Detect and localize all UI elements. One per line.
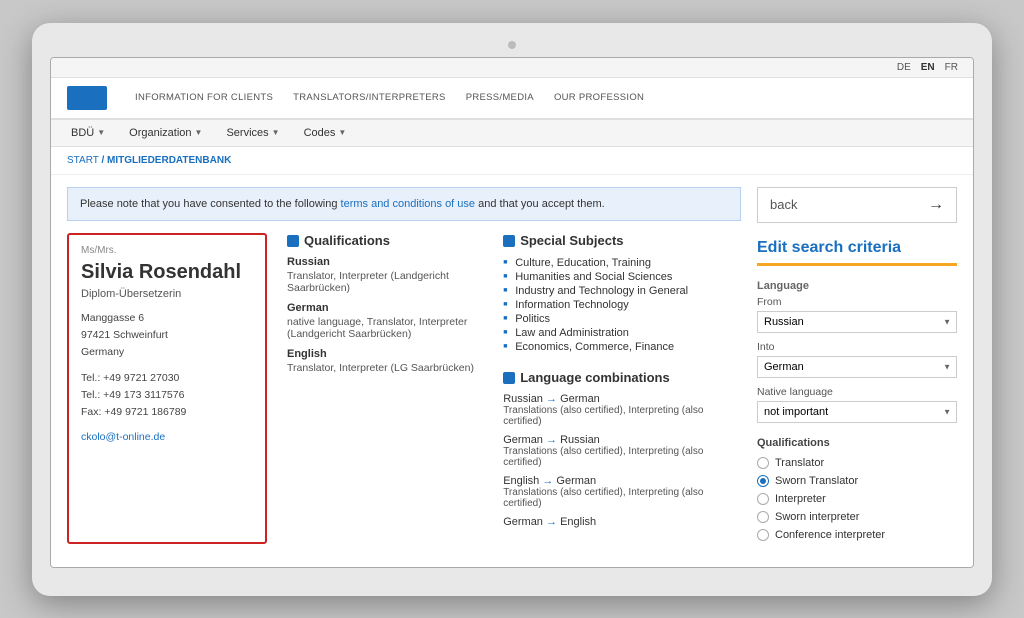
right-sidebar: back → Edit search criteria Language Fro…	[757, 187, 957, 555]
breadcrumb-start[interactable]: START	[67, 155, 99, 166]
qualifications-icon	[287, 235, 299, 247]
subjects-combos-column: Special Subjects Culture, Education, Tra…	[503, 233, 741, 544]
qualif-english: English Translator, Interpreter (LG Saar…	[287, 348, 485, 374]
radio-sworn-interpreter[interactable]: Sworn interpreter	[757, 511, 957, 523]
radio-sworn-interpreter-circle[interactable]	[757, 511, 769, 523]
qualif-russian: Russian Translator, Interpreter (Landger…	[287, 256, 485, 294]
breadcrumb-current: MITGLIEDERDATENBANK	[107, 155, 231, 166]
radio-interpreter[interactable]: Interpreter	[757, 493, 957, 505]
combos-icon	[503, 372, 515, 384]
chevron-icon: ▼	[195, 128, 203, 137]
subject-item: Politics	[503, 312, 741, 326]
subject-item: Culture, Education, Training	[503, 256, 741, 270]
nav-clients[interactable]: INFORMATION FOR CLIENTS	[135, 92, 273, 103]
language-bar: DE EN FR	[51, 58, 973, 78]
subject-item: Economics, Commerce, Finance	[503, 340, 741, 354]
profile-card: Ms/Mrs. Silvia Rosendahl Diplom-Übersetz…	[67, 233, 267, 544]
combo-item: Russian → German Translations (also cert…	[503, 393, 741, 427]
language-filter-section: Language From Russian Into German Native…	[757, 280, 957, 423]
profile-degree: Diplom-Übersetzerin	[81, 288, 253, 300]
chevron-icon: ▼	[272, 128, 280, 137]
chevron-icon: ▼	[97, 128, 105, 137]
special-subjects-section: Special Subjects Culture, Education, Tra…	[503, 233, 741, 354]
logo	[67, 78, 111, 118]
camera-dot	[508, 41, 516, 49]
qualifications-title: Qualifications	[287, 233, 485, 248]
main-nav: INFORMATION FOR CLIENTS TRANSLATORS/INTE…	[51, 78, 973, 120]
profile-email: ckolo@t-online.de	[81, 429, 253, 443]
nav-organization[interactable]: Organization ▼	[125, 125, 206, 141]
qualif-german: German native language, Translator, Inte…	[287, 302, 485, 340]
terms-link[interactable]: terms and conditions of use	[341, 198, 476, 210]
back-arrow-icon: →	[928, 196, 944, 214]
email-link[interactable]: ckolo@t-online.de	[81, 431, 165, 443]
radio-sworn-translator[interactable]: Sworn Translator	[757, 475, 957, 487]
subject-item: Humanities and Social Sciences	[503, 270, 741, 284]
qualifications-column: Qualifications Russian Translator, Inter…	[287, 233, 485, 544]
radio-sworn-translator-circle[interactable]	[757, 475, 769, 487]
from-language-wrapper: Russian	[757, 311, 957, 333]
nav-codes[interactable]: Codes ▼	[300, 125, 351, 141]
chevron-icon: ▼	[338, 128, 346, 137]
secondary-nav: BDÜ ▼ Organization ▼ Services ▼ Codes ▼	[51, 120, 973, 147]
special-subjects-title: Special Subjects	[503, 233, 741, 248]
lang-combos-section: Language combinations Russian → German T…	[503, 370, 741, 528]
profile-name: Silvia Rosendahl	[81, 260, 253, 284]
nav-translators[interactable]: TRANSLATORS/INTERPRETERS	[293, 92, 446, 103]
subjects-list: Culture, Education, Training Humanities …	[503, 256, 741, 354]
edit-search-title: Edit search criteria	[757, 239, 957, 266]
into-language-wrapper: German	[757, 356, 957, 378]
profile-phone: Tel.: +49 9721 27030 Tel.: +49 173 31175…	[81, 370, 253, 420]
subject-item: Law and Administration	[503, 326, 741, 340]
combo-item: German → Russian Translations (also cert…	[503, 434, 741, 468]
nav-profession[interactable]: OUR PROFESSION	[554, 92, 644, 103]
combo-item: English → German Translations (also cert…	[503, 475, 741, 509]
nav-services[interactable]: Services ▼	[222, 125, 283, 141]
subject-item: Industry and Technology in General	[503, 284, 741, 298]
combo-item: German → English	[503, 516, 741, 528]
from-language-select[interactable]: Russian	[757, 311, 957, 333]
into-language-select[interactable]: German	[757, 356, 957, 378]
radio-translator[interactable]: Translator	[757, 457, 957, 469]
radio-interpreter-circle[interactable]	[757, 493, 769, 505]
detail-columns: Qualifications Russian Translator, Inter…	[287, 233, 741, 544]
profile-salutation: Ms/Mrs.	[81, 245, 253, 256]
back-button[interactable]: back →	[757, 187, 957, 223]
native-language-wrapper: not important	[757, 401, 957, 423]
qualifications-section: Qualifications Russian Translator, Inter…	[287, 233, 485, 374]
nav-bdu[interactable]: BDÜ ▼	[67, 125, 109, 141]
content-area: Please note that you have consented to t…	[51, 175, 973, 567]
subjects-icon	[503, 235, 515, 247]
radio-conference-interpreter-circle[interactable]	[757, 529, 769, 541]
radio-conference-interpreter[interactable]: Conference interpreter	[757, 529, 957, 541]
profile-address: Manggasse 6 97421 Schweinfurt Germany	[81, 310, 253, 360]
nav-links: INFORMATION FOR CLIENTS TRANSLATORS/INTE…	[135, 92, 644, 103]
nav-press[interactable]: PRESS/MEDIA	[466, 92, 534, 103]
lang-combos-title: Language combinations	[503, 370, 741, 385]
subject-item: Information Technology	[503, 298, 741, 312]
breadcrumb: START / MITGLIEDERDATENBANK	[51, 147, 973, 175]
logo-icon	[67, 86, 107, 110]
lang-de[interactable]: DE	[894, 61, 914, 74]
lang-fr[interactable]: FR	[942, 61, 961, 74]
notice-bar: Please note that you have consented to t…	[67, 187, 741, 222]
profile-layout: Ms/Mrs. Silvia Rosendahl Diplom-Übersetz…	[67, 233, 741, 544]
radio-translator-circle[interactable]	[757, 457, 769, 469]
qualifications-filter: Qualifications Translator Sworn Translat…	[757, 437, 957, 541]
native-language-select[interactable]: not important	[757, 401, 957, 423]
main-content: Please note that you have consented to t…	[67, 187, 741, 555]
lang-en[interactable]: EN	[918, 61, 938, 74]
